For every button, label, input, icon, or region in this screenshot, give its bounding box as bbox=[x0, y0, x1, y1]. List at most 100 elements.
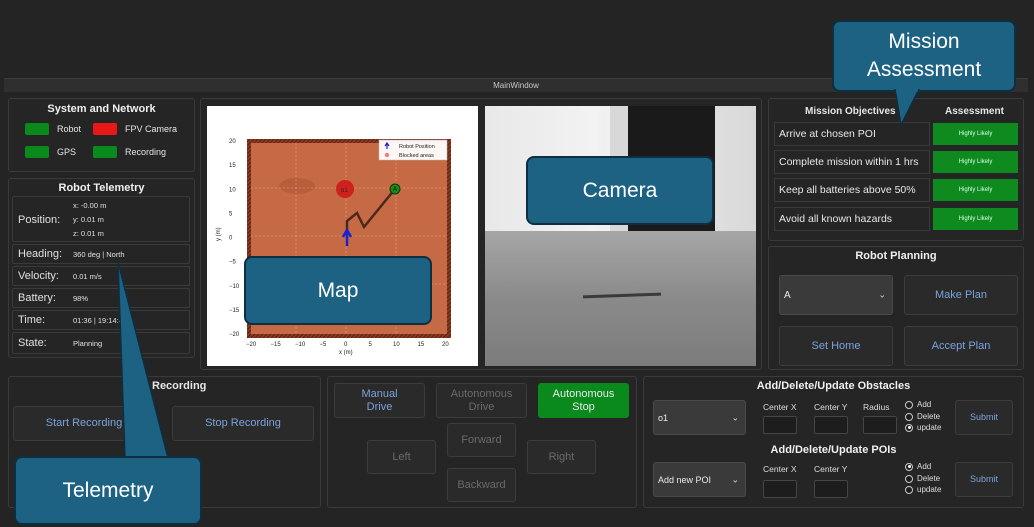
system-network-title: System and Network bbox=[47, 103, 156, 115]
mission-title: Mission Objectives bbox=[805, 106, 896, 117]
telemetry-callout-pointer bbox=[117, 262, 169, 459]
backward-button[interactable]: Backward bbox=[447, 468, 516, 502]
radio-label: update bbox=[917, 485, 942, 494]
terrain-patch bbox=[279, 178, 315, 194]
plan-target-select[interactable]: A ⌄ bbox=[779, 275, 893, 315]
map-view[interactable]: o1 A Robot Position Blocked areas y (m) … bbox=[207, 106, 478, 366]
pois-title: Add/Delete/Update POIs bbox=[770, 444, 897, 456]
chevron-down-icon: ⌄ bbox=[731, 412, 739, 422]
obstacle-center-x-label: Center X bbox=[763, 402, 797, 412]
obstacle-center-y-label: Center Y bbox=[814, 402, 848, 412]
y-axis-label: y (m) bbox=[216, 227, 222, 241]
x-tick-label: −20 bbox=[246, 342, 257, 348]
y-tick-label: 20 bbox=[229, 139, 236, 145]
poi-label: A bbox=[393, 187, 397, 193]
obstacle-add-radio[interactable]: Add bbox=[905, 400, 931, 409]
set-home-button[interactable]: Set Home bbox=[779, 326, 893, 366]
status-robot: Robot bbox=[25, 123, 81, 135]
telemetry-title: Robot Telemetry bbox=[58, 182, 145, 194]
plan-target-value: A bbox=[784, 289, 791, 301]
position-y: y: 0.01 m bbox=[73, 215, 104, 224]
obstacle-submit-button[interactable]: Submit bbox=[955, 400, 1013, 435]
obstacle-radius-input[interactable] bbox=[863, 416, 897, 434]
mission-assessment-callout: Mission Assessment bbox=[832, 20, 1016, 92]
position-row: Position: x: -0.00 m y: 0.01 m z: 0.01 m bbox=[12, 196, 190, 242]
obstacles-title: Add/Delete/Update Obstacles bbox=[756, 380, 911, 392]
x-axis-ticks: −20 −15 −10 −5 0 5 10 15 20 bbox=[246, 342, 449, 348]
gps-status-indicator bbox=[25, 146, 49, 158]
make-plan-button[interactable]: Make Plan bbox=[904, 275, 1018, 315]
mission-callout-pointer bbox=[894, 89, 920, 128]
accept-plan-button[interactable]: Accept Plan bbox=[904, 326, 1018, 366]
poi-center-y-label: Center Y bbox=[814, 464, 848, 474]
radio-circle bbox=[905, 400, 913, 409]
heading-label: Heading: bbox=[18, 248, 63, 260]
radio-label: Delete bbox=[917, 412, 941, 421]
status-label: Robot bbox=[57, 124, 82, 134]
right-button[interactable]: Right bbox=[527, 440, 596, 474]
obstacle-delete-radio[interactable]: Delete bbox=[905, 412, 940, 421]
legend-blocked-icon bbox=[384, 152, 390, 158]
heading-value: 360 deg | North bbox=[73, 250, 125, 259]
forward-button[interactable]: Forward bbox=[447, 423, 516, 457]
autonomous-stop-button[interactable]: Autonomous Stop bbox=[538, 383, 629, 418]
assessment-badge: Highly Likely bbox=[933, 179, 1018, 201]
telemetry-callout: Telemetry bbox=[14, 456, 202, 525]
left-button[interactable]: Left bbox=[367, 440, 436, 474]
y-tick-label: −20 bbox=[229, 332, 240, 338]
x-tick-label: 10 bbox=[393, 342, 400, 348]
heading-row: Heading: 360 deg | North bbox=[12, 244, 190, 264]
battery-value: 98% bbox=[73, 294, 89, 303]
recording-status-indicator bbox=[93, 146, 117, 158]
y-tick-label: −10 bbox=[229, 284, 240, 290]
poi-add-radio[interactable]: Add bbox=[905, 462, 931, 471]
autonomous-drive-button[interactable]: Autonomous Drive bbox=[436, 383, 527, 418]
obstacle-center-x-input[interactable] bbox=[763, 416, 797, 434]
x-tick-label: −15 bbox=[271, 342, 282, 348]
x-tick-label: 0 bbox=[344, 342, 348, 348]
chevron-down-icon: ⌄ bbox=[731, 474, 739, 484]
assessment-title: Assessment bbox=[945, 106, 1004, 117]
planning-title: Robot Planning bbox=[855, 250, 937, 262]
status-recording: Recording bbox=[93, 146, 166, 158]
radio-label: Delete bbox=[917, 474, 941, 483]
obstacle-label: o1 bbox=[341, 188, 348, 194]
status-label: Recording bbox=[125, 147, 167, 157]
poi-select[interactable]: Add new POI ⌄ bbox=[653, 462, 746, 497]
assessment-badge: Highly Likely bbox=[933, 208, 1018, 230]
stop-recording-button[interactable]: Stop Recording bbox=[172, 406, 314, 441]
camera-status-indicator bbox=[93, 123, 117, 135]
obstacle-update-radio[interactable]: update bbox=[905, 423, 941, 432]
velocity-value: 0.01 m/s bbox=[73, 272, 102, 281]
obstacle-select[interactable]: o1 ⌄ bbox=[653, 400, 746, 435]
objective-row: Complete mission within 1 hrs bbox=[774, 150, 930, 174]
poi-delete-radio[interactable]: Delete bbox=[905, 474, 940, 483]
radio-circle bbox=[905, 423, 913, 432]
radio-circle bbox=[905, 412, 913, 421]
manual-drive-button[interactable]: Manual Drive bbox=[334, 383, 425, 418]
velocity-label: Velocity: bbox=[18, 270, 59, 282]
poi-center-x-input[interactable] bbox=[763, 480, 797, 498]
chevron-down-icon: ⌄ bbox=[878, 289, 886, 300]
x-tick-label: −5 bbox=[320, 342, 328, 348]
position-label: Position: bbox=[18, 214, 61, 226]
poi-center-y-input[interactable] bbox=[814, 480, 848, 498]
obstacle-radius-label: Radius bbox=[863, 402, 890, 412]
poi-update-radio[interactable]: update bbox=[905, 485, 941, 494]
state-label: State: bbox=[18, 337, 47, 349]
state-value: Planning bbox=[73, 339, 103, 348]
status-gps: GPS bbox=[25, 146, 76, 158]
poi-submit-button[interactable]: Submit bbox=[955, 462, 1013, 497]
obstacle-center-y-input[interactable] bbox=[814, 416, 848, 434]
y-tick-label: 5 bbox=[229, 211, 233, 217]
x-tick-label: 5 bbox=[369, 342, 373, 348]
x-tick-label: 20 bbox=[442, 342, 449, 348]
robot-status-indicator bbox=[25, 123, 49, 135]
system-network-panel: System and Network Robot FPV Camera GPS … bbox=[8, 98, 195, 172]
camera-feed[interactable] bbox=[485, 106, 756, 366]
y-tick-label: 15 bbox=[229, 163, 236, 169]
position-x: x: -0.00 m bbox=[73, 201, 107, 210]
x-axis-label: x (m) bbox=[339, 350, 353, 356]
y-tick-label: −15 bbox=[229, 308, 240, 314]
y-tick-label: 10 bbox=[229, 187, 236, 193]
